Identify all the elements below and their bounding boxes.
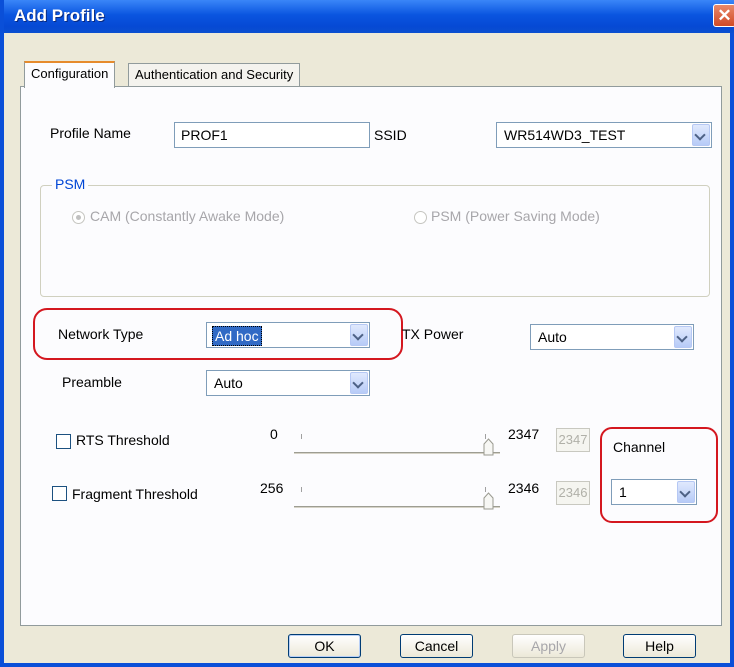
radio-selected-dot (76, 215, 81, 220)
rts-min-label: 0 (270, 426, 278, 442)
preamble-select[interactable]: Auto (206, 370, 370, 396)
rts-max-label: 2347 (508, 426, 540, 442)
psm-group (40, 185, 710, 297)
rts-tick-start (301, 434, 302, 439)
rts-threshold-label: RTS Threshold (76, 432, 170, 448)
network-type-select[interactable]: Ad hoc (206, 322, 370, 348)
fragment-threshold-checkbox[interactable] (52, 486, 67, 501)
cam-radio[interactable] (72, 211, 85, 224)
fragment-threshold-label: Fragment Threshold (72, 486, 198, 502)
help-button[interactable]: Help (623, 634, 696, 658)
ssid-label: SSID (374, 127, 407, 143)
tx-power-value: Auto (538, 329, 567, 345)
rts-slider-track[interactable] (294, 452, 500, 454)
channel-label: Channel (613, 439, 666, 455)
close-button[interactable]: ✕ (713, 4, 734, 27)
network-type-label: Network Type (58, 326, 144, 342)
chevron-down-icon[interactable] (677, 481, 695, 503)
close-icon: ✕ (717, 6, 732, 25)
fragment-min-label: 256 (260, 480, 284, 496)
chevron-down-icon[interactable] (692, 124, 710, 146)
tx-power-select[interactable]: Auto (530, 324, 694, 350)
cancel-button[interactable]: Cancel (400, 634, 473, 658)
window-title: Add Profile (14, 6, 105, 25)
cam-label: CAM (Constantly Awake Mode) (90, 208, 285, 224)
tab-configuration-label: Configuration (31, 66, 109, 81)
fragment-tick-start (301, 487, 302, 492)
fragment-max-label: 2346 (508, 480, 540, 496)
fragment-value-field: 2346 (556, 481, 590, 505)
rts-slider-thumb[interactable] (483, 438, 494, 456)
channel-value: 1 (619, 484, 627, 500)
channel-select[interactable]: 1 (611, 479, 697, 505)
rts-value-field: 2347 (556, 428, 590, 452)
chevron-down-icon[interactable] (674, 326, 692, 348)
tab-authentication-security[interactable]: Authentication and Security (128, 63, 301, 87)
profile-name-input[interactable]: PROF1 (174, 122, 370, 148)
preamble-label: Preamble (62, 374, 122, 390)
fragment-slider-thumb[interactable] (483, 492, 494, 510)
fragment-slider-track[interactable] (294, 506, 500, 508)
chevron-down-icon[interactable] (350, 324, 368, 346)
profile-name-label: Profile Name (50, 125, 131, 141)
network-type-value: Ad hoc (212, 326, 262, 346)
tab-configuration[interactable]: Configuration (24, 61, 116, 88)
psm-radio[interactable] (414, 211, 427, 224)
ssid-select[interactable]: WR514WD3_TEST (496, 122, 712, 148)
tab-authentication-label: Authentication and Security (135, 67, 294, 82)
ok-button[interactable]: OK (288, 634, 361, 658)
apply-button[interactable]: Apply (512, 634, 585, 658)
title-bar[interactable]: Add Profile ✕ (4, 0, 734, 33)
tx-power-label: TX Power (402, 326, 464, 342)
psm-label: PSM (Power Saving Mode) (431, 208, 600, 224)
preamble-value: Auto (214, 375, 243, 391)
psm-group-title: PSM (52, 176, 89, 192)
chevron-down-icon[interactable] (350, 372, 368, 394)
rts-threshold-checkbox[interactable] (56, 434, 71, 449)
ssid-value: WR514WD3_TEST (504, 127, 626, 143)
